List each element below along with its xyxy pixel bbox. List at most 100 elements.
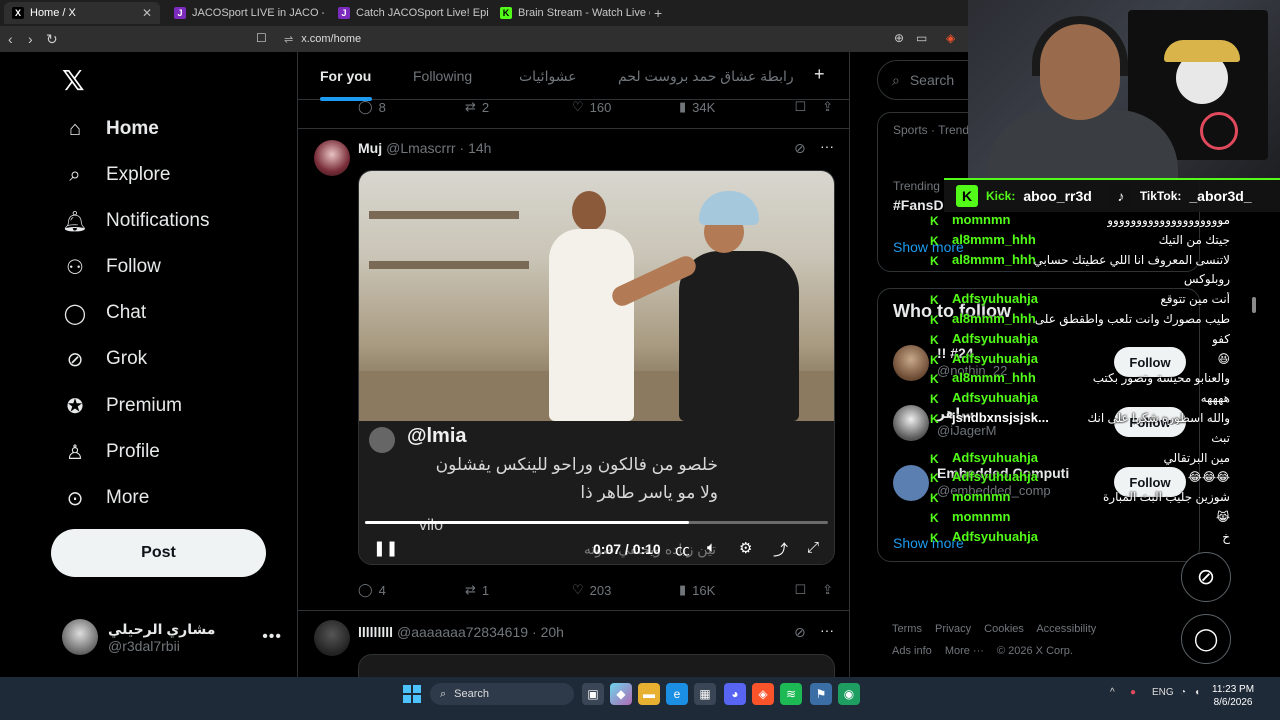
nav-item-notifications[interactable]: 🔔︎ Notifications (62, 203, 209, 239)
post-author-handle[interactable]: @aaaaaaa72834619 (397, 624, 528, 640)
nav-item-premium[interactable]: ✪ Premium (62, 388, 182, 424)
tray-overflow-icon[interactable]: ^ (1110, 687, 1115, 698)
post-time[interactable]: · 20h (532, 624, 564, 640)
tab-list-2[interactable]: رابطة عشاق حمد بروست لحم (618, 68, 794, 85)
nav-item-explore[interactable]: ⌕ Explore (62, 157, 170, 193)
pip-icon[interactable]: ⤴ (773, 539, 788, 560)
post-button[interactable]: Post (51, 529, 266, 577)
edge-icon[interactable]: e (666, 683, 688, 705)
new-tab-button[interactable]: + (654, 5, 662, 21)
spotify-icon[interactable]: ≋ (780, 683, 802, 705)
tab-following[interactable]: Following (413, 68, 472, 84)
share-icon[interactable]: ⇪ (822, 582, 833, 598)
like-button[interactable]: ♡ 203 (572, 582, 679, 598)
nav-item-chat[interactable]: ◯ Chat (62, 295, 146, 331)
language-indicator[interactable]: ENG (1152, 687, 1174, 698)
post-author-name[interactable]: lllllllll (358, 624, 393, 640)
file-explorer-icon[interactable]: ▬ (638, 683, 660, 705)
nav-item-home[interactable]: ⌂ Home (62, 111, 159, 147)
pause-icon[interactable]: ❚❚ (373, 539, 398, 557)
share-icon[interactable]: ⇪ (822, 99, 833, 115)
forward-icon[interactable]: › (28, 31, 33, 47)
bookmark-icon[interactable]: ☐ (794, 582, 806, 598)
task-view-icon[interactable]: ▣ (582, 683, 604, 705)
footer-link[interactable]: Privacy (935, 623, 971, 635)
post-time[interactable]: · 14h (460, 140, 492, 156)
taskbar-search[interactable]: ⌕ Search (430, 683, 574, 705)
windows-start-icon[interactable] (403, 685, 421, 703)
nav-item-follow[interactable]: ⚇ Follow (62, 249, 161, 285)
account-switcher[interactable]: مشاري الرحيلي @r3dal7rbii ••• (62, 617, 282, 657)
avatar[interactable] (314, 140, 350, 176)
reply-button[interactable]: ◯ 4 (358, 582, 465, 598)
more-dots-icon[interactable]: ··· (820, 138, 834, 154)
chat-text: 😹 (1215, 510, 1230, 524)
x-logo-icon[interactable]: 𝕏 (62, 64, 85, 97)
grok-icon: ⊘ (66, 348, 84, 371)
browser-tab-jaco-catch[interactable]: J Catch JACOSport Live! Epic Sports Fu (330, 2, 488, 24)
browser-tab-jaco-live[interactable]: J JACOSport LIVE in JACO - JACO (166, 2, 324, 24)
grok-icon[interactable]: ⊘ (794, 140, 806, 157)
nav-item-grok[interactable]: ⊘ Grok (62, 341, 148, 377)
tab-for-you[interactable]: For you (320, 68, 371, 84)
close-icon[interactable]: ✕ (142, 6, 152, 20)
zoom-icon[interactable]: ⊕ (894, 31, 904, 45)
clock[interactable]: 11:23 PM 8/6/2026 (1212, 683, 1254, 709)
post-video[interactable]: @lmia خلصو من فالكون وراحو للينكس يفشلون… (358, 170, 835, 565)
chat-text: 😂😂😂 (1187, 470, 1230, 485)
nav-item-profile[interactable]: ♙ Profile (62, 434, 160, 470)
footer-link[interactable]: More ··· (945, 645, 984, 657)
back-icon[interactable]: ‹ (8, 31, 13, 47)
footer-link[interactable]: Terms (892, 623, 922, 635)
more-dots-icon[interactable]: ··· (820, 622, 834, 638)
trend-category: Sports · Trend (893, 123, 970, 137)
repost-button[interactable]: ⇄ 2 (465, 99, 572, 115)
url-field[interactable]: ⇌ x.com/home (276, 29, 966, 49)
app-icon[interactable]: ⚑ (810, 683, 832, 705)
cast-icon[interactable]: ▭ (916, 31, 927, 45)
fullscreen-icon[interactable]: ⤢ (807, 539, 819, 556)
volume-icon[interactable]: 🔈︎ (707, 539, 716, 556)
scrollbar-thumb[interactable] (1252, 297, 1256, 313)
volume-icon[interactable]: ◖ (1194, 687, 1200, 698)
like-button[interactable]: ♡ 160 (572, 99, 679, 115)
discord-icon[interactable]: ◕ (724, 683, 746, 705)
chat-float-button[interactable]: ◯ (1181, 614, 1231, 664)
avatar[interactable] (314, 620, 350, 656)
repost-button[interactable]: ⇄ 1 (465, 582, 572, 598)
store-icon[interactable]: ▦ (694, 683, 716, 705)
add-tab-icon[interactable]: + (814, 64, 825, 85)
brave-shield-icon[interactable]: ◈ (946, 31, 955, 45)
brave-icon[interactable]: ◈ (752, 683, 774, 705)
post-author-handle[interactable]: @Lmascrrr (386, 140, 455, 156)
grok-float-button[interactable]: ⊘ (1181, 552, 1231, 602)
views-button[interactable]: ▮ 34K (679, 99, 786, 115)
settings-icon[interactable]: ⚙ (739, 539, 752, 557)
video-progress-bar[interactable] (365, 521, 828, 524)
reply-button[interactable]: ◯ 8 (358, 99, 465, 115)
captions-icon[interactable]: ㏄ (675, 539, 690, 560)
browser-tab-kick[interactable]: K Brain Stream - Watch Live on Kick (492, 2, 650, 24)
views-button[interactable]: ▮ 16K (679, 582, 786, 598)
bookmark-icon[interactable]: ☐ (256, 31, 267, 45)
reload-icon[interactable]: ↻ (46, 31, 58, 48)
chat-text: شوزين جليب البث المبارة (1102, 490, 1230, 505)
microphone-icon[interactable]: ● (1130, 687, 1136, 698)
footer-link[interactable]: Ads info (892, 645, 932, 657)
browser-tab-x-home[interactable]: X Home / X ✕ (4, 2, 160, 24)
nav-item-more[interactable]: ⊙ More (62, 480, 150, 516)
post-media[interactable] (358, 654, 835, 677)
bookmark-icon[interactable]: ☐ (794, 99, 806, 115)
copilot-icon[interactable]: ◆ (610, 683, 632, 705)
footer-link[interactable]: Accessibility (1036, 623, 1096, 635)
post-author-name[interactable]: Muj (358, 140, 382, 156)
app-icon[interactable]: ◉ (838, 683, 860, 705)
wifi-icon[interactable]: ◔ (1180, 687, 1186, 698)
grok-icon[interactable]: ⊘ (794, 624, 806, 641)
site-info-icon[interactable]: ⇌ (284, 33, 293, 46)
more-dots-icon[interactable]: ••• (262, 628, 282, 646)
tab-list-1[interactable]: عشوائيات (519, 68, 577, 85)
footer-link[interactable]: Cookies (984, 623, 1024, 635)
trend-hashtag[interactable]: #FansD (893, 197, 944, 213)
tab-title: Catch JACOSport Live! Epic Sports Fu (356, 7, 488, 19)
